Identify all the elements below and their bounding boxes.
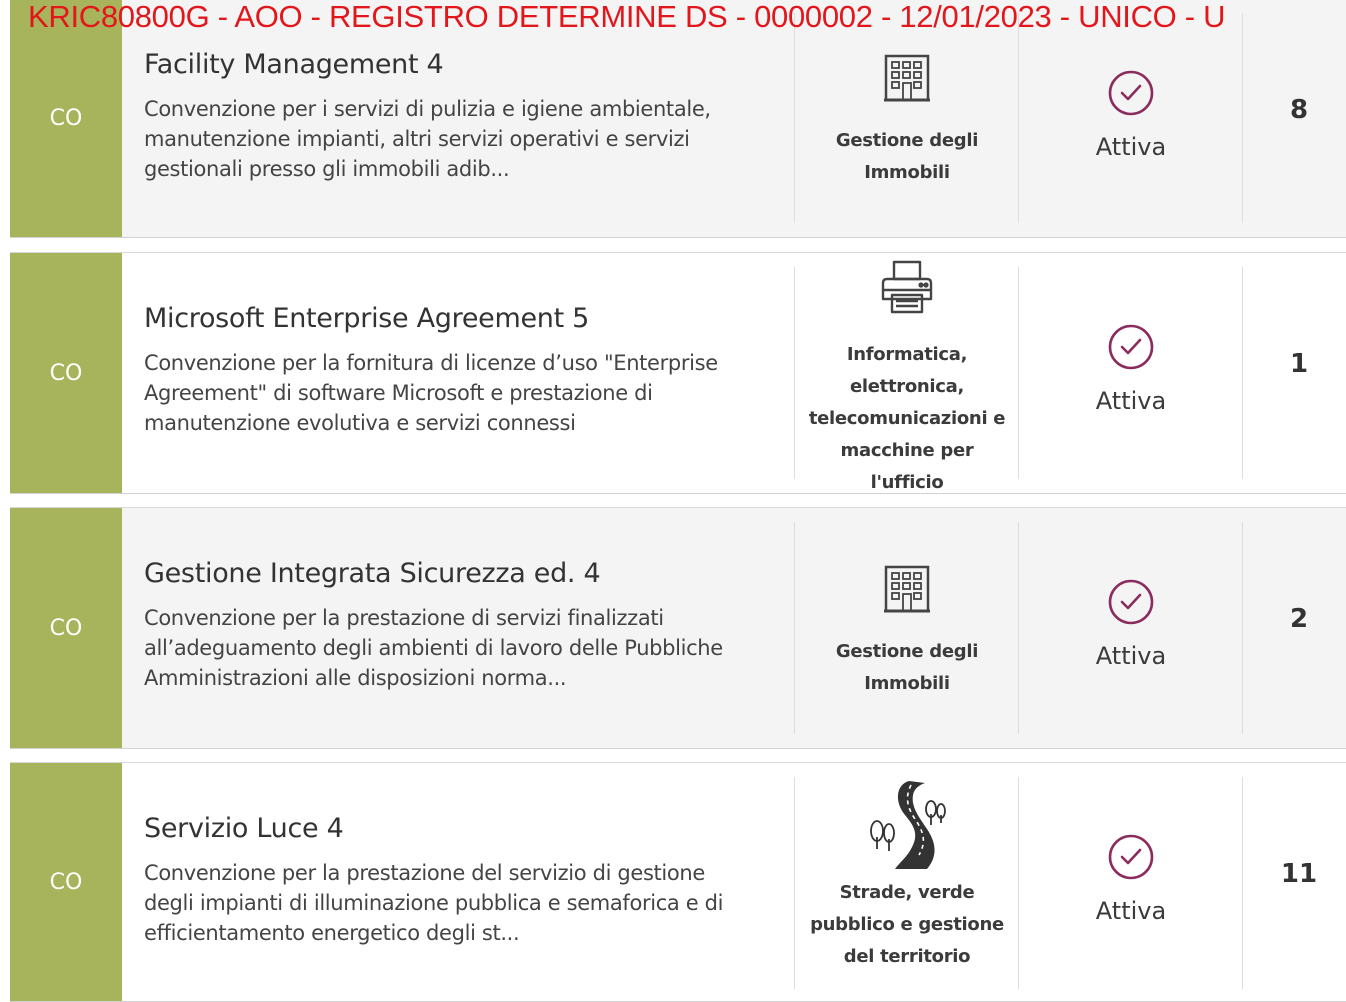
status-cell: Attiva [1020,323,1242,415]
column-divider [1242,522,1243,734]
printer-icon [881,260,933,314]
check-circle-icon [1108,324,1154,370]
category-cell: Informatica, elettronica, telecomunicazi… [796,259,1018,499]
category-label: Gestione degli Immobili [835,641,979,694]
type-tag: CO [10,763,122,1001]
column-divider [794,522,795,734]
convention-description: Convenzione per la prestazione di serviz… [144,606,723,690]
column-divider [794,267,795,479]
column-divider [1242,267,1243,479]
status-cell: Attiva [1020,578,1242,670]
convention-row[interactable]: CO Facility Management 4 Convenzione per… [10,0,1346,238]
column-divider [794,777,795,989]
status-label: Attiva [1095,387,1167,415]
category-cell: Gestione degli Immobili [796,564,1018,700]
status-label: Attiva [1095,897,1167,925]
category-label: Informatica, elettronica, telecomunicazi… [808,344,1006,493]
road-trees-icon [870,781,946,869]
status-label: Attiva [1095,133,1167,161]
category-cell: Strade, verde pubblico e gestione del te… [796,779,1018,973]
column-divider [794,13,795,223]
type-tag: CO [10,0,122,237]
category-cell: Gestione degli Immobili [796,53,1018,189]
type-tag: CO [10,253,122,493]
convention-title[interactable]: Microsoft Enterprise Agreement 5 [144,303,754,334]
column-divider [1018,13,1019,223]
convention-description: Convenzione per i servizi di pulizia e i… [144,97,711,181]
convention-row[interactable]: CO Gestione Integrata Sicurezza ed. 4 Co… [10,507,1346,749]
column-divider [1018,777,1019,989]
convention-title[interactable]: Gestione Integrata Sicurezza ed. 4 [144,558,754,589]
check-circle-icon [1108,579,1154,625]
type-tag: CO [10,508,122,748]
convention-row[interactable]: CO Microsoft Enterprise Agreement 5 Conv… [10,252,1346,494]
building-icon [884,565,930,613]
status-cell: Attiva [1020,833,1242,925]
building-icon [884,54,930,102]
convention-title[interactable]: Facility Management 4 [144,49,754,80]
convention-description: Convenzione per la prestazione del servi… [144,861,724,945]
check-circle-icon [1108,834,1154,880]
column-divider [1018,267,1019,479]
registry-stamp: KRIC80800G - AOO - REGISTRO DETERMINE DS… [28,0,1226,34]
column-divider [1242,13,1243,223]
item-count: 8 [1289,95,1309,125]
convention-row[interactable]: CO Servizio Luce 4 Convenzione per la pr… [10,762,1346,1002]
convention-title[interactable]: Servizio Luce 4 [144,813,754,844]
column-divider [1018,522,1019,734]
status-cell: Attiva [1020,69,1242,161]
category-label: Strade, verde pubblico e gestione del te… [810,882,1004,967]
category-label: Gestione degli Immobili [835,130,979,183]
check-circle-icon [1108,70,1154,116]
column-divider [1242,777,1243,989]
convention-description: Convenzione per la fornitura di licenze … [144,351,718,435]
item-count: 11 [1280,859,1318,889]
item-count: 1 [1289,349,1309,379]
status-label: Attiva [1095,642,1167,670]
item-count: 2 [1289,604,1309,634]
